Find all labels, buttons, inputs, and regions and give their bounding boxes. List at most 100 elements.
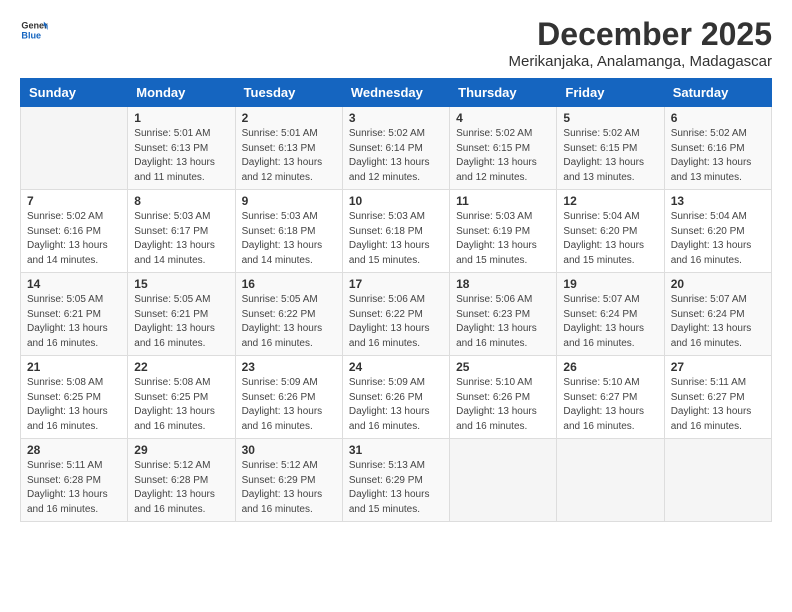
day-info: Sunrise: 5:09 AM Sunset: 6:26 PM Dayligh… xyxy=(242,376,336,434)
location-title: Merikanjaka, Analamanga, Madagascar xyxy=(509,53,772,70)
calendar-cell: 15 Sunrise: 5:05 AM Sunset: 6:21 PM Dayli… xyxy=(128,273,235,356)
day-number: 14 xyxy=(27,277,121,291)
day-info: Sunrise: 5:03 AM Sunset: 6:18 PM Dayligh… xyxy=(242,210,336,268)
calendar-week-row: 21 Sunrise: 5:08 AM Sunset: 6:25 PM Dayli… xyxy=(21,356,772,439)
day-info: Sunrise: 5:04 AM Sunset: 6:20 PM Dayligh… xyxy=(563,210,657,268)
calendar-header-cell: Saturday xyxy=(664,79,771,107)
calendar-cell: 16 Sunrise: 5:05 AM Sunset: 6:22 PM Dayli… xyxy=(235,273,342,356)
day-info: Sunrise: 5:01 AM Sunset: 6:13 PM Dayligh… xyxy=(134,127,228,185)
calendar-cell: 9 Sunrise: 5:03 AM Sunset: 6:18 PM Daylig… xyxy=(235,190,342,273)
day-number: 25 xyxy=(456,360,550,374)
day-number: 1 xyxy=(134,111,228,125)
calendar-cell: 10 Sunrise: 5:03 AM Sunset: 6:18 PM Dayli… xyxy=(342,190,449,273)
day-info: Sunrise: 5:05 AM Sunset: 6:21 PM Dayligh… xyxy=(134,293,228,351)
calendar-cell xyxy=(450,439,557,522)
day-number: 23 xyxy=(242,360,336,374)
day-info: Sunrise: 5:12 AM Sunset: 6:28 PM Dayligh… xyxy=(134,459,228,517)
calendar-cell: 21 Sunrise: 5:08 AM Sunset: 6:25 PM Dayli… xyxy=(21,356,128,439)
day-number: 7 xyxy=(27,194,121,208)
day-info: Sunrise: 5:06 AM Sunset: 6:23 PM Dayligh… xyxy=(456,293,550,351)
calendar-cell: 25 Sunrise: 5:10 AM Sunset: 6:26 PM Dayli… xyxy=(450,356,557,439)
calendar-cell: 6Sunrise: 5:02 AM Sunset: 6:16 PM Daylig… xyxy=(664,107,771,190)
day-number: 13 xyxy=(671,194,765,208)
day-number: 2 xyxy=(242,111,336,125)
calendar-cell: 7 Sunrise: 5:02 AM Sunset: 6:16 PM Daylig… xyxy=(21,190,128,273)
day-info: Sunrise: 5:07 AM Sunset: 6:24 PM Dayligh… xyxy=(563,293,657,351)
calendar-cell: 14 Sunrise: 5:05 AM Sunset: 6:21 PM Dayli… xyxy=(21,273,128,356)
day-number: 19 xyxy=(563,277,657,291)
day-info: Sunrise: 5:05 AM Sunset: 6:22 PM Dayligh… xyxy=(242,293,336,351)
day-number: 16 xyxy=(242,277,336,291)
calendar-header-cell: Sunday xyxy=(21,79,128,107)
day-number: 15 xyxy=(134,277,228,291)
day-info: Sunrise: 5:02 AM Sunset: 6:16 PM Dayligh… xyxy=(27,210,121,268)
calendar-cell: 31 Sunrise: 5:13 AM Sunset: 6:29 PM Dayli… xyxy=(342,439,449,522)
day-info: Sunrise: 5:04 AM Sunset: 6:20 PM Dayligh… xyxy=(671,210,765,268)
day-number: 3 xyxy=(349,111,443,125)
day-info: Sunrise: 5:08 AM Sunset: 6:25 PM Dayligh… xyxy=(27,376,121,434)
day-info: Sunrise: 5:10 AM Sunset: 6:26 PM Dayligh… xyxy=(456,376,550,434)
calendar-cell: 19 Sunrise: 5:07 AM Sunset: 6:24 PM Dayli… xyxy=(557,273,664,356)
day-number: 22 xyxy=(134,360,228,374)
calendar-cell: 1 Sunrise: 5:01 AM Sunset: 6:13 PM Daylig… xyxy=(128,107,235,190)
day-info: Sunrise: 5:01 AM Sunset: 6:13 PM Dayligh… xyxy=(242,127,336,185)
calendar-cell xyxy=(557,439,664,522)
calendar-cell: 23 Sunrise: 5:09 AM Sunset: 6:26 PM Dayli… xyxy=(235,356,342,439)
calendar-cell: 22 Sunrise: 5:08 AM Sunset: 6:25 PM Dayli… xyxy=(128,356,235,439)
day-number: 28 xyxy=(27,443,121,457)
day-number: 26 xyxy=(563,360,657,374)
day-number: 9 xyxy=(242,194,336,208)
calendar-table: SundayMondayTuesdayWednesdayThursdayFrid… xyxy=(20,78,772,522)
calendar-cell: 27Sunrise: 5:11 AM Sunset: 6:27 PM Dayli… xyxy=(664,356,771,439)
day-info: Sunrise: 5:02 AM Sunset: 6:16 PM Dayligh… xyxy=(671,127,765,185)
logo: General Blue xyxy=(20,16,48,44)
day-info: Sunrise: 5:13 AM Sunset: 6:29 PM Dayligh… xyxy=(349,459,443,517)
day-info: Sunrise: 5:08 AM Sunset: 6:25 PM Dayligh… xyxy=(134,376,228,434)
calendar-cell: 5 Sunrise: 5:02 AM Sunset: 6:15 PM Daylig… xyxy=(557,107,664,190)
month-title: December 2025 xyxy=(509,16,772,53)
day-number: 29 xyxy=(134,443,228,457)
header: General Blue December 2025 Merikanjaka, … xyxy=(20,16,772,70)
day-info: Sunrise: 5:03 AM Sunset: 6:18 PM Dayligh… xyxy=(349,210,443,268)
calendar-header-cell: Wednesday xyxy=(342,79,449,107)
calendar-cell: 20Sunrise: 5:07 AM Sunset: 6:24 PM Dayli… xyxy=(664,273,771,356)
calendar-week-row: 14 Sunrise: 5:05 AM Sunset: 6:21 PM Dayli… xyxy=(21,273,772,356)
day-number: 8 xyxy=(134,194,228,208)
calendar-cell: 12 Sunrise: 5:04 AM Sunset: 6:20 PM Dayli… xyxy=(557,190,664,273)
day-number: 21 xyxy=(27,360,121,374)
day-info: Sunrise: 5:11 AM Sunset: 6:28 PM Dayligh… xyxy=(27,459,121,517)
calendar-cell: 28 Sunrise: 5:11 AM Sunset: 6:28 PM Dayli… xyxy=(21,439,128,522)
logo-icon: General Blue xyxy=(20,16,48,44)
day-number: 5 xyxy=(563,111,657,125)
day-info: Sunrise: 5:11 AM Sunset: 6:27 PM Dayligh… xyxy=(671,376,765,434)
day-info: Sunrise: 5:06 AM Sunset: 6:22 PM Dayligh… xyxy=(349,293,443,351)
calendar-header-cell: Tuesday xyxy=(235,79,342,107)
calendar-week-row: 1 Sunrise: 5:01 AM Sunset: 6:13 PM Daylig… xyxy=(21,107,772,190)
calendar-header-cell: Thursday xyxy=(450,79,557,107)
day-number: 4 xyxy=(456,111,550,125)
day-number: 10 xyxy=(349,194,443,208)
calendar-cell: 18Sunrise: 5:06 AM Sunset: 6:23 PM Dayli… xyxy=(450,273,557,356)
day-info: Sunrise: 5:05 AM Sunset: 6:21 PM Dayligh… xyxy=(27,293,121,351)
calendar-cell: 2 Sunrise: 5:01 AM Sunset: 6:13 PM Daylig… xyxy=(235,107,342,190)
calendar-cell: 17 Sunrise: 5:06 AM Sunset: 6:22 PM Dayli… xyxy=(342,273,449,356)
calendar-header-cell: Friday xyxy=(557,79,664,107)
day-number: 12 xyxy=(563,194,657,208)
day-info: Sunrise: 5:07 AM Sunset: 6:24 PM Dayligh… xyxy=(671,293,765,351)
calendar-header-cell: Monday xyxy=(128,79,235,107)
day-info: Sunrise: 5:02 AM Sunset: 6:15 PM Dayligh… xyxy=(563,127,657,185)
calendar-cell: 11Sunrise: 5:03 AM Sunset: 6:19 PM Dayli… xyxy=(450,190,557,273)
calendar-cell: 3 Sunrise: 5:02 AM Sunset: 6:14 PM Daylig… xyxy=(342,107,449,190)
day-number: 31 xyxy=(349,443,443,457)
calendar-cell: 8Sunrise: 5:03 AM Sunset: 6:17 PM Daylig… xyxy=(128,190,235,273)
day-info: Sunrise: 5:02 AM Sunset: 6:14 PM Dayligh… xyxy=(349,127,443,185)
calendar-header-row: SundayMondayTuesdayWednesdayThursdayFrid… xyxy=(21,79,772,107)
calendar-cell: 30Sunrise: 5:12 AM Sunset: 6:29 PM Dayli… xyxy=(235,439,342,522)
calendar-cell: 24Sunrise: 5:09 AM Sunset: 6:26 PM Dayli… xyxy=(342,356,449,439)
svg-text:Blue: Blue xyxy=(21,30,41,40)
day-number: 17 xyxy=(349,277,443,291)
calendar-week-row: 28 Sunrise: 5:11 AM Sunset: 6:28 PM Dayli… xyxy=(21,439,772,522)
calendar-week-row: 7 Sunrise: 5:02 AM Sunset: 6:16 PM Daylig… xyxy=(21,190,772,273)
day-info: Sunrise: 5:02 AM Sunset: 6:15 PM Dayligh… xyxy=(456,127,550,185)
day-info: Sunrise: 5:12 AM Sunset: 6:29 PM Dayligh… xyxy=(242,459,336,517)
